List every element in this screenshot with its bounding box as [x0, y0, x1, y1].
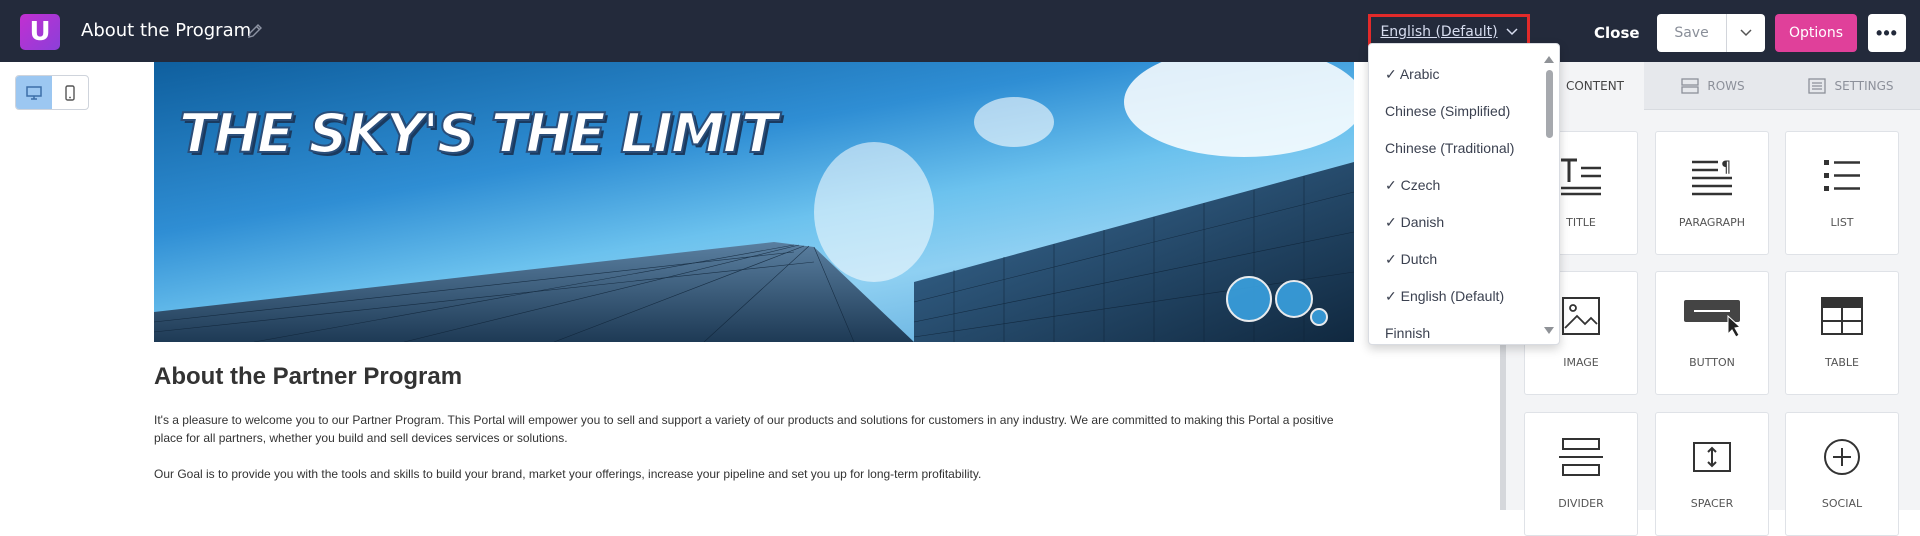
social-icon: [1824, 439, 1860, 475]
paragraph-icon: ¶: [1692, 157, 1732, 196]
settings-icon: [1808, 77, 1827, 94]
rows-icon: [1681, 77, 1700, 94]
page-title: About the Program: [81, 20, 252, 41]
block-divider[interactable]: DIVIDER: [1524, 412, 1638, 536]
chevron-down-icon: [1506, 28, 1518, 36]
content-heading[interactable]: About the Partner Program: [154, 363, 462, 391]
language-option[interactable]: ✓ Dutch: [1385, 251, 1437, 268]
spacer-icon: [1693, 442, 1731, 472]
block-spacer[interactable]: SPACER: [1655, 412, 1769, 536]
close-button[interactable]: Close: [1594, 24, 1640, 42]
top-bar: U About the Program English (Default) Cl…: [0, 0, 1920, 62]
table-icon: [1821, 297, 1863, 335]
svg-text:¶: ¶: [1721, 157, 1731, 176]
language-dropdown: ✓ Arabic Chinese (Simplified) Chinese (T…: [1368, 43, 1560, 345]
device-preview-toggle: [15, 75, 89, 110]
block-list-label: LIST: [1830, 216, 1854, 229]
save-button-group: Save: [1657, 14, 1765, 52]
tab-rows-label: ROWS: [1707, 78, 1745, 93]
mobile-icon: [65, 84, 75, 101]
save-options-dropdown[interactable]: [1727, 14, 1765, 52]
block-social-label: SOCIAL: [1821, 497, 1863, 510]
block-divider-label: DIVIDER: [1558, 497, 1604, 510]
language-select-label: English (Default): [1380, 24, 1498, 40]
language-option[interactable]: ✓ English (Default): [1385, 288, 1504, 305]
block-table[interactable]: TABLE: [1785, 271, 1899, 395]
block-button[interactable]: BUTTON: [1655, 271, 1769, 395]
desktop-view-button[interactable]: [16, 76, 52, 109]
chevron-down-icon: [1740, 29, 1752, 37]
divider-icon: [1559, 438, 1603, 476]
language-option[interactable]: Chinese (Simplified): [1385, 103, 1510, 119]
scroll-thumb[interactable]: [1546, 70, 1553, 138]
pencil-icon[interactable]: [246, 22, 264, 40]
block-paragraph-label: PARAGRAPH: [1678, 216, 1746, 229]
hero-banner-image[interactable]: THE SKY'S THE LIMIT: [154, 62, 1354, 342]
block-social[interactable]: SOCIAL: [1785, 412, 1899, 536]
content-paragraph[interactable]: Our Goal is to provide you with the tool…: [154, 465, 1354, 483]
block-spacer-label: SPACER: [1690, 497, 1734, 510]
language-option[interactable]: ✓ Danish: [1385, 214, 1444, 231]
dropdown-scrollbar[interactable]: [1544, 48, 1557, 342]
tab-content-label: CONTENT: [1565, 79, 1625, 93]
language-option[interactable]: ✓ Arabic: [1385, 66, 1440, 83]
block-button-label: BUTTON: [1689, 356, 1735, 369]
save-button[interactable]: Save: [1657, 14, 1727, 52]
scroll-down-arrow[interactable]: [1544, 327, 1554, 334]
block-paragraph[interactable]: ¶ PARAGRAPH: [1655, 131, 1769, 255]
logo-letter: U: [29, 17, 51, 47]
language-option[interactable]: ✓ Czech: [1385, 177, 1440, 194]
title-icon: [1561, 158, 1601, 196]
block-list[interactable]: LIST: [1785, 131, 1899, 255]
tab-settings-label: SETTINGS: [1834, 78, 1894, 93]
block-table-label: TABLE: [1824, 356, 1859, 369]
tab-rows[interactable]: ROWS: [1644, 62, 1782, 110]
sidebar-tabs: CONTENT ROWS SETTINGS: [1506, 62, 1920, 110]
image-icon: [1562, 297, 1600, 335]
desktop-icon: [26, 85, 42, 100]
scroll-up-arrow[interactable]: [1544, 56, 1554, 63]
more-menu-button[interactable]: •••: [1868, 14, 1906, 52]
language-option[interactable]: Finnish: [1385, 325, 1430, 341]
hero-title: THE SKY'S THE LIMIT: [178, 101, 779, 166]
language-option[interactable]: Chinese (Traditional): [1385, 140, 1514, 156]
options-button[interactable]: Options: [1775, 14, 1857, 52]
app-logo[interactable]: U: [20, 14, 60, 50]
tab-settings[interactable]: SETTINGS: [1782, 62, 1920, 110]
button-icon: [1684, 300, 1742, 338]
mobile-view-button[interactable]: [52, 76, 88, 109]
list-icon: [1824, 160, 1860, 191]
block-image-label: IMAGE: [1563, 356, 1599, 369]
content-paragraph[interactable]: It's a pleasure to welcome you to our Pa…: [154, 411, 1354, 447]
